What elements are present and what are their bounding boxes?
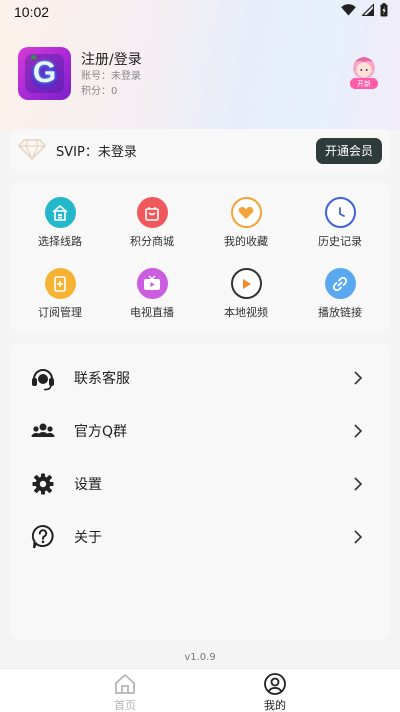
- chevron-right-icon: [352, 423, 364, 439]
- menu-item-settings[interactable]: 设置: [10, 464, 390, 504]
- link-icon: [324, 268, 356, 299]
- account-value: 未登录: [111, 71, 141, 82]
- diamond-icon: [17, 137, 47, 165]
- app-logo: G: [18, 47, 71, 100]
- tab-label: 我的: [264, 699, 286, 712]
- tab-home[interactable]: 首页: [95, 672, 155, 712]
- home-icon: [95, 672, 155, 696]
- menu-item-official-qq-group[interactable]: 官方Q群: [10, 411, 390, 451]
- grid-item-subscriptions[interactable]: 订阅管理: [15, 268, 105, 320]
- battery-icon: [380, 3, 388, 21]
- feature-grid: 选择线路 积分商城 我的收藏 历史记录 订阅管理 电视直播 本地视频 播放链接: [10, 182, 390, 332]
- grid-item-favorites[interactable]: 我的收藏: [201, 197, 291, 249]
- gear-icon: [30, 471, 56, 497]
- avatar-badge-text: 开新: [357, 80, 371, 88]
- grid-label: 积分商城: [130, 235, 174, 248]
- version-label: v1.0.9: [184, 652, 216, 663]
- account-label: 账号：: [81, 71, 111, 82]
- shopping-bag-icon: [136, 197, 168, 228]
- grid-label: 本地视频: [224, 306, 268, 319]
- heart-icon: [230, 197, 262, 228]
- menu-list: 联系客服 官方Q群 设置 关于: [10, 343, 390, 640]
- grid-item-play-link[interactable]: 播放链接: [295, 268, 385, 320]
- grid-item-local-video[interactable]: 本地视频: [201, 268, 291, 320]
- points-label: 积分：: [81, 86, 111, 97]
- grid-item-tv-live[interactable]: 电视直播: [107, 268, 197, 320]
- svip-card: SVIP：未登录 开通会员: [10, 129, 390, 172]
- subscription-icon: [44, 268, 76, 299]
- menu-item-about[interactable]: 关于: [10, 517, 390, 557]
- menu-label: 设置: [74, 477, 102, 493]
- open-membership-button[interactable]: 开通会员: [316, 137, 382, 164]
- grid-label: 我的收藏: [224, 235, 268, 248]
- profile-info: 注册/登录 账号：未登录 积分：0: [81, 51, 142, 99]
- route-icon: [44, 197, 76, 228]
- tab-label: 首页: [114, 699, 136, 712]
- grid-item-points-mall[interactable]: 积分商城: [107, 197, 197, 249]
- bottom-tab-bar: 首页 我的: [0, 668, 400, 712]
- grid-label: 历史记录: [318, 235, 362, 248]
- grid-item-history[interactable]: 历史记录: [295, 197, 385, 249]
- avatar[interactable]: 开新: [346, 52, 382, 92]
- grid-label: 订阅管理: [38, 306, 82, 319]
- grid-item-select-route[interactable]: 选择线路: [15, 197, 105, 249]
- svip-status: SVIP：未登录: [56, 145, 137, 160]
- play-circle-icon: [230, 268, 262, 299]
- login-register-link[interactable]: 注册/登录: [81, 51, 142, 69]
- menu-label: 联系客服: [74, 371, 130, 387]
- grid-label: 电视直播: [130, 306, 174, 319]
- signal-icon: [361, 3, 375, 20]
- tv-icon: [136, 268, 168, 299]
- menu-label: 官方Q群: [74, 424, 128, 440]
- app-logo-letter: G: [32, 56, 57, 89]
- chevron-right-icon: [352, 370, 364, 386]
- menu-item-contact-support[interactable]: 联系客服: [10, 358, 390, 398]
- status-icons: [341, 3, 388, 21]
- headset-icon: [30, 365, 56, 391]
- status-time: 10:02: [14, 4, 50, 20]
- grid-label: 选择线路: [38, 235, 82, 248]
- group-icon: [30, 418, 56, 444]
- chevron-right-icon: [352, 529, 364, 545]
- menu-label: 关于: [74, 530, 102, 546]
- grid-label: 播放链接: [318, 306, 362, 319]
- tab-mine[interactable]: 我的: [245, 672, 305, 712]
- chevron-right-icon: [352, 476, 364, 492]
- points-value: 0: [111, 86, 118, 97]
- clock-icon: [324, 197, 356, 228]
- wifi-icon: [341, 4, 356, 20]
- profile-section[interactable]: G 注册/登录 账号：未登录 积分：0: [18, 47, 142, 100]
- status-bar: 10:02: [0, 0, 400, 24]
- points-row: 积分：0: [81, 85, 142, 99]
- user-icon: [245, 672, 305, 696]
- account-row: 账号：未登录: [81, 70, 142, 84]
- help-icon: [30, 524, 56, 550]
